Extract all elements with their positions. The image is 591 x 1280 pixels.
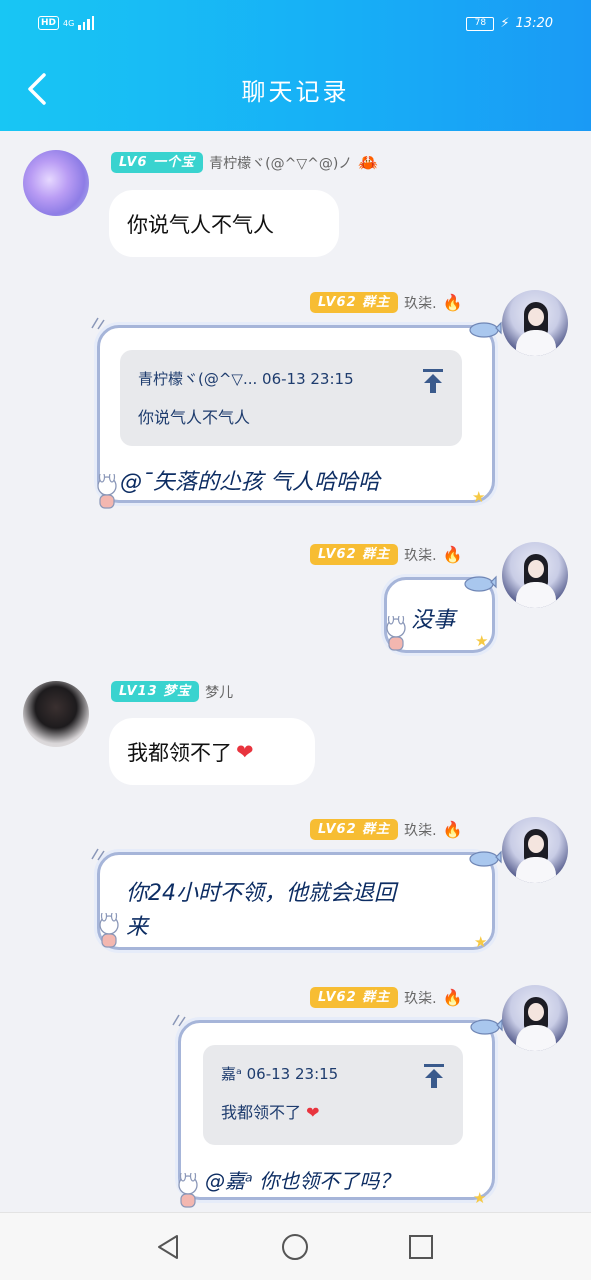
- battery-icon: 78: [466, 16, 495, 31]
- member-tag: LV13 梦宝: [111, 681, 200, 702]
- message-text: 没事: [411, 608, 456, 633]
- sender-info: LV62 群主 玖柒. 🔥: [310, 292, 463, 313]
- member-tag: LV62 群主: [310, 987, 399, 1008]
- bunny-sticker-icon: [386, 616, 406, 651]
- message-bubble[interactable]: 你24小时不领，他就会退回 来 ★: [91, 848, 502, 951]
- avatar[interactable]: [502, 542, 568, 608]
- sender-name[interactable]: 梦儿: [205, 682, 233, 702]
- bunny-sticker-icon: [97, 474, 117, 509]
- nav-back-icon[interactable]: [154, 1232, 184, 1262]
- avatar[interactable]: [23, 150, 89, 216]
- signal-icon: [78, 16, 95, 30]
- star-sticker-icon: ★: [472, 488, 486, 506]
- message-text-line: 你24小时不领，他就会退回: [126, 881, 396, 906]
- message-text: 我都领不了: [127, 740, 232, 765]
- member-tag: LV6 一个宝: [111, 152, 204, 173]
- sender-info: LV62 群主 玖柒. 🔥: [310, 544, 463, 565]
- sender-name[interactable]: 玖柒.: [404, 820, 436, 840]
- sender-info: LV62 群主 玖柒. 🔥: [310, 987, 463, 1008]
- sender-info: LV6 一个宝 青柠檬ヾ(@^▽^@)ノ 🦀: [111, 152, 378, 173]
- jump-to-top-icon[interactable]: [422, 368, 444, 394]
- whale-sticker-icon: [469, 850, 502, 867]
- message-bubble[interactable]: 青柠檬ヾ(@^▽... 06-13 23:15 你说气人不气人 @ˉ矢落的尐孩 …: [91, 317, 502, 509]
- sender-name[interactable]: 玖柒.: [404, 545, 436, 565]
- crab-icon: 🦀: [358, 153, 379, 172]
- whale-sticker-icon: [469, 321, 502, 338]
- fire-icon: 🔥: [442, 988, 463, 1007]
- sender-name[interactable]: 玖柒.: [404, 293, 436, 313]
- star-sticker-icon: ★: [473, 1189, 487, 1207]
- quote-text: 我都领不了: [221, 1103, 302, 1122]
- header-bar: HD 4G 78 ⚡ 13:20 聊天记录: [0, 0, 591, 131]
- star-sticker-icon: ★: [474, 933, 488, 951]
- message-bubble[interactable]: 嘉ᵃ 06-13 23:15 我都领不了 ❤ @嘉ᵃ 你也领不了吗？ ★: [172, 1014, 503, 1208]
- fire-icon: 🔥: [442, 820, 463, 839]
- system-nav-bar: [0, 1212, 591, 1280]
- message-bubble[interactable]: 我都领不了 ❤: [109, 718, 315, 785]
- bunny-sticker-icon: [99, 913, 119, 948]
- quote-text: 你说气人不气人: [138, 408, 251, 427]
- sparkle-marks-icon: [91, 317, 105, 330]
- network-type: 4G: [63, 18, 75, 28]
- sender-name[interactable]: 玖柒.: [404, 988, 436, 1008]
- clock: 13:20: [515, 16, 553, 31]
- avatar[interactable]: [502, 290, 568, 356]
- avatar[interactable]: [23, 681, 89, 747]
- member-tag: LV62 群主: [310, 819, 399, 840]
- heart-icon: ❤: [236, 739, 254, 764]
- sender-name[interactable]: 青柠檬ヾ(@^▽^@)ノ: [209, 153, 352, 173]
- star-sticker-icon: ★: [475, 632, 489, 650]
- message-bubble[interactable]: 你说气人不气人: [109, 190, 339, 257]
- whale-sticker-icon: [464, 575, 497, 592]
- nav-home-icon[interactable]: [280, 1232, 310, 1262]
- sender-info: LV62 群主 玖柒. 🔥: [310, 819, 463, 840]
- quote-text-row: 我都领不了 ❤: [221, 1099, 320, 1123]
- heart-icon: ❤: [306, 1103, 320, 1122]
- message-text-line: 来: [126, 915, 149, 940]
- sender-info: LV13 梦宝 梦儿: [111, 681, 233, 702]
- quote-header: 嘉ᵃ 06-13 23:15: [221, 1065, 339, 1083]
- sparkle-marks-icon: [91, 848, 105, 861]
- avatar[interactable]: [502, 817, 568, 883]
- status-bar: HD 4G 78 ⚡ 13:20: [0, 10, 591, 40]
- quoted-message[interactable]: 青柠檬ヾ(@^▽... 06-13 23:15 你说气人不气人: [120, 350, 462, 446]
- member-tag: LV62 群主: [310, 292, 399, 313]
- message-text: @嘉ᵃ 你也领不了吗？: [205, 1169, 400, 1193]
- quote-header: 青柠檬ヾ(@^▽... 06-13 23:15: [138, 370, 354, 388]
- message-text: 你说气人不气人: [127, 212, 274, 237]
- avatar[interactable]: [502, 985, 568, 1051]
- message-bubble[interactable]: 没事 ★: [384, 575, 497, 653]
- quoted-message[interactable]: 嘉ᵃ 06-13 23:15 我都领不了 ❤: [203, 1045, 463, 1145]
- member-tag: LV62 群主: [310, 544, 399, 565]
- message-text: @ˉ矢落的尐孩 气人哈哈哈: [120, 470, 380, 495]
- charging-icon: ⚡: [500, 16, 510, 31]
- nav-recents-icon[interactable]: [406, 1232, 436, 1262]
- page-title: 聊天记录: [241, 78, 350, 106]
- bunny-sticker-icon: [178, 1173, 198, 1208]
- sparkle-marks-icon: [172, 1014, 186, 1027]
- whale-sticker-icon: [470, 1018, 503, 1035]
- fire-icon: 🔥: [442, 545, 463, 564]
- jump-to-top-icon[interactable]: [423, 1063, 445, 1089]
- hd-badge: HD: [38, 16, 60, 30]
- fire-icon: 🔥: [442, 293, 463, 312]
